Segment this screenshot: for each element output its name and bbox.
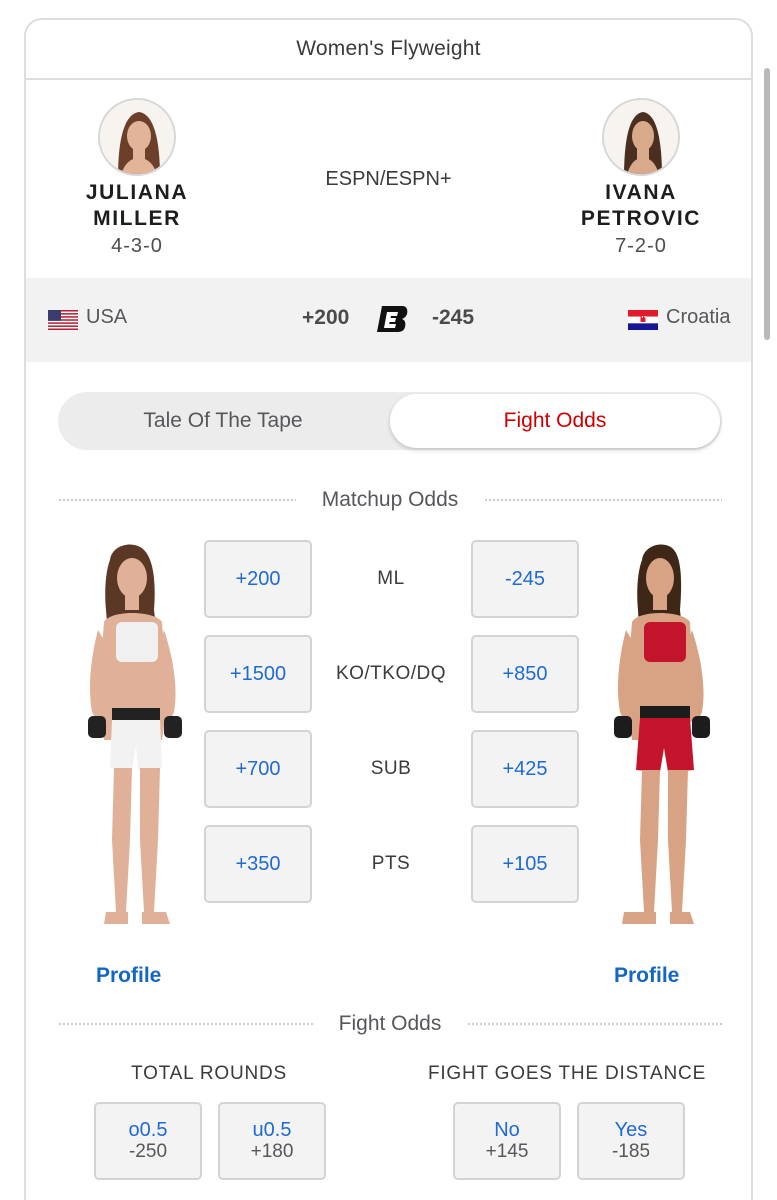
total-rounds-under-button[interactable]: u0.5 +180 [218,1102,326,1180]
odds-left-pts[interactable]: +350 [204,825,312,903]
odds-value: +850 [502,663,548,685]
odds-value: +425 [502,758,548,780]
option-label: Yes [614,1119,648,1141]
divider [58,498,296,502]
option-odds: -250 [128,1141,168,1162]
usa-flag-icon [48,310,78,330]
odds-right-pts[interactable]: +105 [471,825,579,903]
odds-value: +350 [235,853,281,875]
option-odds: +145 [485,1141,529,1162]
fighters-header: JULIANA MILLER 4-3-0 ESPN/ESPN+ IVANA PE… [26,80,751,278]
fighter-right-profile-link[interactable]: Profile [614,964,679,988]
fighter-right-avatar[interactable] [602,98,680,176]
tab-tale-of-the-tape[interactable]: Tale Of The Tape [58,394,388,448]
card-title: Women's Flyweight [26,20,751,80]
fighter-left-last-name: MILLER [93,207,181,230]
view-toggle: Tale Of The Tape Fight Odds [58,392,722,450]
market-label-sub: SUB [370,758,412,779]
market-label-pts: PTS [371,853,411,874]
option-label: u0.5 [252,1119,292,1141]
fighter-left-avatar[interactable] [98,98,176,176]
odds-left-sub[interactable]: +700 [204,730,312,808]
distance-no-button[interactable]: No +145 [453,1102,561,1180]
odds-value: +105 [502,853,548,875]
fighter-right-first-name: IVANA [605,181,677,204]
fighter-right-record: 7-2-0 [615,235,667,257]
option-odds: -185 [611,1141,651,1162]
fighter-left-profile-link[interactable]: Profile [96,964,161,988]
matchup-odds-heading: Matchup Odds [58,488,723,512]
fighter-left-country: USA [86,306,128,328]
fight-odds-title: Fight Odds [338,1012,442,1035]
fighter-right-header[interactable]: IVANA PETROVIC 7-2-0 [556,98,726,260]
moneyline-bar: USA +200 -245 Croatia [26,278,751,362]
divider [58,1022,313,1026]
scrollbar[interactable] [764,68,770,340]
distance-title: FIGHT GOES THE DISTANCE [427,1063,707,1084]
espn-bet-logo-icon [377,306,408,332]
divider [467,1022,722,1026]
divider [484,498,723,502]
fight-odds-heading: Fight Odds [58,1012,722,1036]
option-label: No [494,1119,520,1141]
total-rounds-over-button[interactable]: o0.5 -250 [94,1102,202,1180]
option-label: o0.5 [128,1119,168,1141]
odds-right-ko[interactable]: +850 [471,635,579,713]
total-rounds-title: TOTAL ROUNDS [131,1063,287,1084]
odds-left-ml[interactable]: +200 [204,540,312,618]
market-label-ml: ML [377,568,405,589]
fighter-right-moneyline[interactable]: -245 [432,306,474,330]
odds-right-sub[interactable]: +425 [471,730,579,808]
option-odds: +180 [250,1141,294,1162]
market-label-ko: KO/TKO/DQ [335,663,447,684]
fighter-left-image[interactable] [70,540,202,932]
fighter-right-image[interactable] [594,540,726,932]
matchup-odds-title: Matchup Odds [321,488,459,511]
fighter-right-country: Croatia [666,306,731,328]
fighter-left-record: 4-3-0 [111,235,163,257]
odds-value: +1500 [229,663,287,685]
odds-value: +700 [235,758,281,780]
tab-fight-odds[interactable]: Fight Odds [390,394,720,448]
distance-yes-button[interactable]: Yes -185 [577,1102,685,1180]
odds-right-ml[interactable]: -245 [471,540,579,618]
odds-left-ko[interactable]: +1500 [204,635,312,713]
odds-value: -245 [504,568,546,590]
odds-value: +200 [235,568,281,590]
fighter-left-moneyline[interactable]: +200 [302,306,349,330]
fight-card: Women's Flyweight JULIANA MILLER 4-3-0 E… [24,18,753,1200]
fighter-right-last-name: PETROVIC [580,207,702,230]
croatia-flag-icon [628,310,658,330]
